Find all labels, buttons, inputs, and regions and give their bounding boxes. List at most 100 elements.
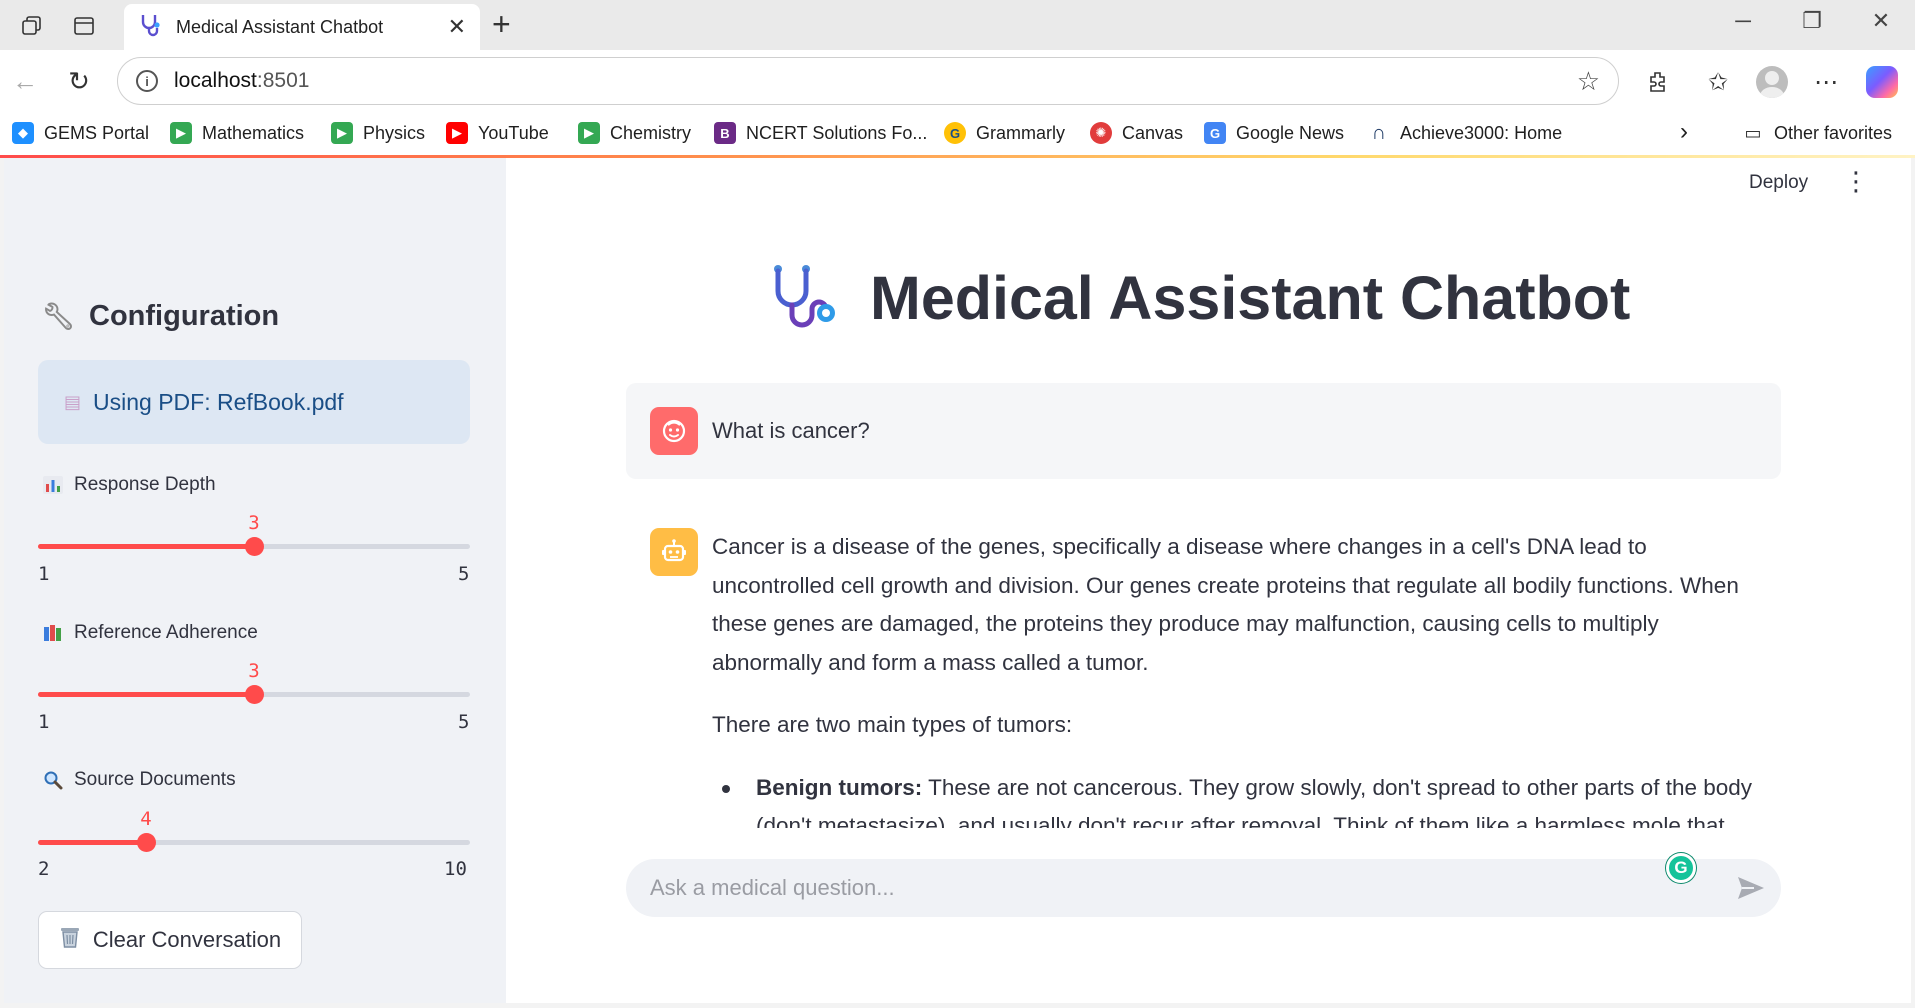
tumor-types-list: Benign tumors: These are not cancerous. … [722, 769, 1772, 828]
slider-value: 4 [140, 808, 152, 830]
grammarly-icon[interactable]: G [1666, 853, 1696, 883]
gems-portal-icon: ◆ [12, 122, 34, 144]
bookmarks-bar: ◆ GEMS Portal ▶ Mathematics ▶ Physics ▶ YouT… [0, 112, 1915, 156]
clear-conversation-label: Clear Conversation [92, 927, 282, 952]
user-chat-message: What is cancer? [626, 383, 1781, 479]
bookmark-label: GEMS Portal [44, 122, 150, 143]
browser-tab-bar: Medical Assistant Chatbot ✕ + ─ ❐ ✕ [0, 0, 1915, 50]
bookmark-youtube[interactable]: ▶ YouTube [446, 122, 549, 144]
slider-min: 2 [38, 858, 50, 880]
slider-thumb[interactable] [244, 537, 264, 556]
achieve3000-icon: ∩ [1368, 122, 1390, 144]
folder-icon: ▭ [1742, 122, 1764, 144]
source-documents-label: Source Documents [42, 769, 236, 791]
pdf-notice: ▤ Using PDF: RefBook.pdf [38, 360, 470, 444]
workspaces-icon[interactable] [16, 10, 48, 42]
response-depth-slider[interactable]: 3 [38, 512, 470, 564]
bookmark-label: Achieve3000: Home [1400, 122, 1563, 143]
url-host: localhost [174, 69, 257, 92]
document-icon: ▤ [64, 391, 82, 412]
sidebar: 🔧︎ Configuration ▤ Using PDF: RefBook.pd… [4, 158, 506, 1003]
youtube-icon: ▶ [446, 122, 468, 144]
vertical-tabs-icon[interactable] [68, 10, 100, 42]
main-menu-icon[interactable]: ⋮ [1843, 168, 1869, 194]
grammarly-favicon-icon: G [944, 122, 966, 144]
slider-thumb[interactable] [244, 685, 264, 704]
bookmark-achieve3000[interactable]: ∩ Achieve3000: Home [1368, 122, 1562, 144]
magnifier-icon [42, 770, 64, 790]
bookmark-label: Canvas [1122, 122, 1184, 143]
slider-label-text: Reference Adherence [74, 622, 258, 643]
url-port: :8501 [256, 69, 310, 92]
profile-avatar[interactable] [1754, 64, 1790, 100]
site-info-icon[interactable]: i [136, 70, 158, 92]
bookmarks-overflow-chevron-icon[interactable]: › [1680, 118, 1688, 146]
send-icon[interactable] [1736, 874, 1766, 902]
slider-fill [38, 544, 254, 549]
assistant-paragraph: There are two main types of tumors: [712, 712, 1073, 737]
slider-label-text: Response Depth [74, 474, 216, 495]
pdf-notice-text: Using PDF: RefBook.pdf [93, 388, 344, 415]
bookmark-label: Grammarly [976, 122, 1065, 143]
slider-fill [38, 840, 146, 845]
address-bar[interactable]: i localhost:8501 ☆ [117, 57, 1619, 105]
configuration-heading-text: Configuration [89, 300, 280, 332]
stethoscope-favicon-icon [138, 12, 164, 43]
back-button[interactable]: ← [8, 64, 42, 98]
refresh-button[interactable]: ↻ [62, 64, 96, 98]
bookmark-google-news[interactable]: G Google News [1204, 122, 1344, 144]
bookmark-gems-portal[interactable]: ◆ GEMS Portal [12, 122, 149, 144]
new-tab-button[interactable]: + [492, 8, 511, 40]
more-options-icon[interactable]: ⋯ [1808, 64, 1844, 100]
close-tab-icon[interactable]: ✕ [448, 14, 466, 40]
slider-fill [38, 692, 254, 697]
google-meet-icon: ▶ [578, 122, 600, 144]
clear-conversation-button[interactable]: Clear Conversation [38, 911, 302, 969]
bookmark-mathematics[interactable]: ▶ Mathematics [170, 122, 304, 144]
restore-icon[interactable]: ❐ [1792, 8, 1832, 34]
source-documents-slider[interactable]: 4 [38, 808, 470, 860]
slider-min: 1 [38, 711, 50, 733]
other-favorites-label: Other favorites [1774, 122, 1893, 143]
wrench-icon: 🔧︎ [42, 301, 76, 331]
bookmark-canvas[interactable]: ✺ Canvas [1090, 122, 1183, 144]
slider-max: 5 [458, 711, 470, 733]
bookmark-physics[interactable]: ▶ Physics [331, 122, 425, 144]
minimize-icon[interactable]: ─ [1723, 8, 1763, 34]
slider-thumb[interactable] [136, 833, 156, 852]
bookmark-label: Google News [1236, 122, 1345, 143]
bookmark-label: Physics [363, 122, 426, 143]
favorites-icon[interactable]: ✩ [1700, 64, 1736, 100]
canvas-icon: ✺ [1090, 122, 1112, 144]
slider-value: 3 [248, 512, 260, 534]
bookmark-grammarly[interactable]: G Grammarly [944, 122, 1065, 144]
deploy-button[interactable]: Deploy [1749, 172, 1808, 194]
copilot-icon[interactable] [1864, 64, 1900, 100]
browser-toolbar: ← ↻ i localhost:8501 ☆ ✩ ⋯ [0, 50, 1915, 112]
window-bottom-edge [0, 1003, 1915, 1008]
page-title-text: Medical Assistant Chatbot [870, 264, 1631, 332]
bookmark-chemistry[interactable]: ▶ Chemistry [578, 122, 691, 144]
browser-tab-active[interactable]: Medical Assistant Chatbot ✕ [124, 4, 480, 50]
bookmark-other-favorites[interactable]: ▭ Other favorites [1742, 122, 1892, 144]
user-message-text: What is cancer? [712, 418, 870, 443]
bookmark-ncert[interactable]: B NCERT Solutions Fo... [714, 122, 927, 144]
slider-label-text: Source Documents [74, 769, 236, 790]
bookmark-label: Chemistry [610, 122, 692, 143]
extensions-icon[interactable] [1640, 64, 1676, 100]
bar-chart-icon [42, 475, 64, 495]
chat-input[interactable] [650, 875, 1757, 901]
list-item: Benign tumors: These are not cancerous. … [722, 769, 1772, 828]
window-close-icon[interactable]: ✕ [1861, 8, 1901, 34]
main-content: Deploy ⋮ Medical Assistant Chatbot What … [506, 158, 1911, 1003]
bookmark-label: Mathematics [202, 122, 305, 143]
stethoscope-icon [774, 265, 835, 328]
slider-min: 1 [38, 563, 50, 585]
ncert-icon: B [714, 122, 736, 144]
reference-adherence-slider[interactable]: 3 [38, 660, 470, 712]
assistant-paragraph: Cancer is a disease of the genes, specif… [712, 534, 1739, 675]
url-text: localhost:8501 [174, 69, 1577, 93]
slider-value: 3 [248, 660, 260, 682]
assistant-avatar-icon [650, 528, 698, 576]
favorite-star-icon[interactable]: ☆ [1577, 66, 1600, 97]
